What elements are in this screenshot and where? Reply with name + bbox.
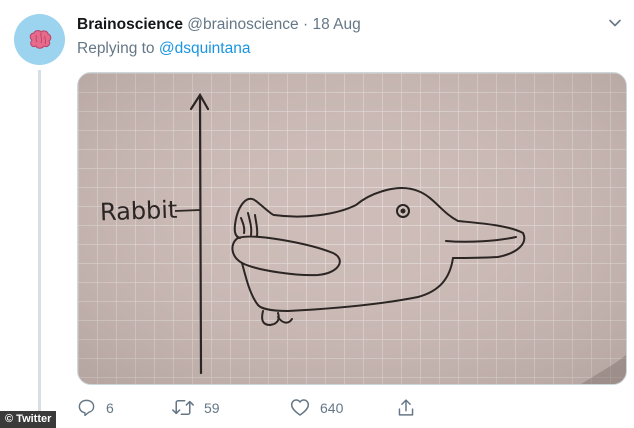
tweet-image[interactable]: Rabbit: [77, 72, 627, 385]
axis-label: Rabbit: [99, 196, 177, 227]
watermark-credit: © Twitter: [0, 411, 57, 428]
like-count: 640: [320, 399, 344, 416]
replying-to: Replying to @dsquintana: [77, 40, 250, 58]
retweet-action[interactable]: 59: [172, 398, 220, 417]
dot-separator: ·: [302, 16, 309, 33]
replying-prefix: Replying to: [77, 40, 155, 57]
share-action[interactable]: [397, 398, 425, 417]
rabbit-duck-drawing: Rabbit: [78, 73, 626, 384]
more-options-button[interactable]: [608, 16, 624, 32]
reply-icon: [78, 399, 95, 417]
tweet-header: Brainoscience @brainoscience · 18 Aug: [77, 16, 361, 34]
reply-count: 6: [106, 399, 114, 416]
like-action[interactable]: 640: [290, 398, 343, 417]
thread-line: [38, 70, 41, 428]
replying-handle-link[interactable]: @dsquintana: [159, 40, 251, 57]
tweet-date[interactable]: 18 Aug: [312, 16, 360, 33]
retweet-count: 59: [204, 399, 220, 416]
retweet-icon: [172, 399, 194, 416]
brain-icon: [29, 29, 51, 49]
chevron-down-icon: [609, 19, 621, 27]
reply-action[interactable]: 6: [77, 398, 114, 417]
heart-icon: [290, 399, 310, 416]
user-handle[interactable]: @brainoscience: [187, 16, 298, 33]
tweet-actions: 6 59 640: [77, 398, 437, 422]
display-name[interactable]: Brainoscience: [77, 16, 183, 33]
avatar[interactable]: [14, 14, 65, 65]
share-icon: [398, 399, 414, 416]
